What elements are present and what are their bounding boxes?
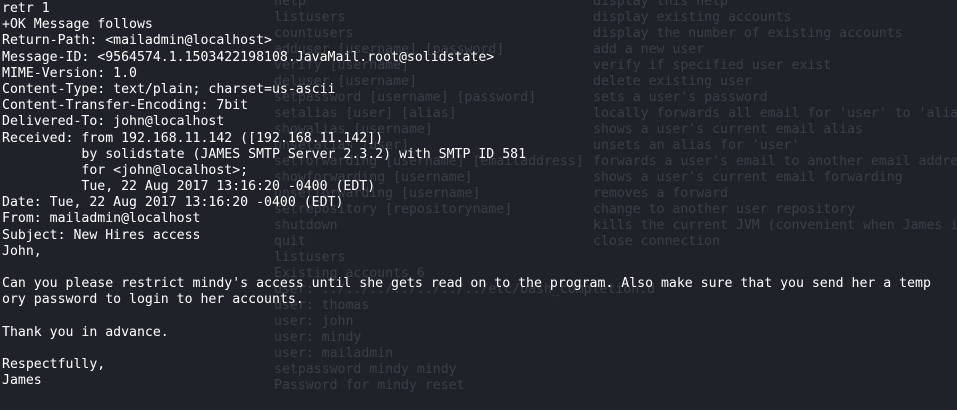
body-signature: James [2,373,42,389]
header-transfer-encoding: Content-Transfer-Encoding: 7bit [2,98,249,114]
body-signoff: Respectfully, [2,357,106,373]
body-blank-line [2,341,931,357]
header-mime-version: MIME-Version: 1.0 [2,65,137,81]
header-return-path: Return-Path: <mailadmin@localhost> [2,33,272,49]
body-blank-line [2,309,931,325]
server-response-line: +OK Message follows [2,17,153,33]
header-delivered-to: Delivered-To: john@localhost [2,114,225,130]
header-received-for: for <john@localhost>; [2,162,249,178]
header-received-date: Tue, 22 Aug 2017 13:16:20 -0400 (EDT) [2,179,376,195]
header-content-type: Content-Type: text/plain; charset=us-asc… [2,81,336,97]
command-line-retr: retr 1 [2,1,50,16]
header-from: From: mailadmin@localhost [2,211,201,227]
header-message-id: Message-ID: <9564574.1.1503422198108.Jav… [2,49,495,65]
body-text-line: ory password to login to her accounts. [2,292,304,308]
body-text-line: Can you please restrict mindy's access u… [2,276,931,292]
header-subject: Subject: New Hires access [2,227,201,243]
header-date: Date: Tue, 22 Aug 2017 13:16:20 -0400 (E… [2,195,344,211]
terminal-output: retr 1 +OK Message follows Return-Path: … [2,1,931,390]
body-blank-line [2,260,931,276]
body-thanks: Thank you in advance. [2,324,169,340]
header-received-by: by solidstate (JAMES SMTP Server 2.3.2) … [2,146,527,162]
body-greeting: John, [2,243,42,259]
terminal-window[interactable]: help listusers countusers adduser [username… [0,0,957,410]
header-received: Received: from 192.168.11.142 ([192.168.… [2,130,384,146]
